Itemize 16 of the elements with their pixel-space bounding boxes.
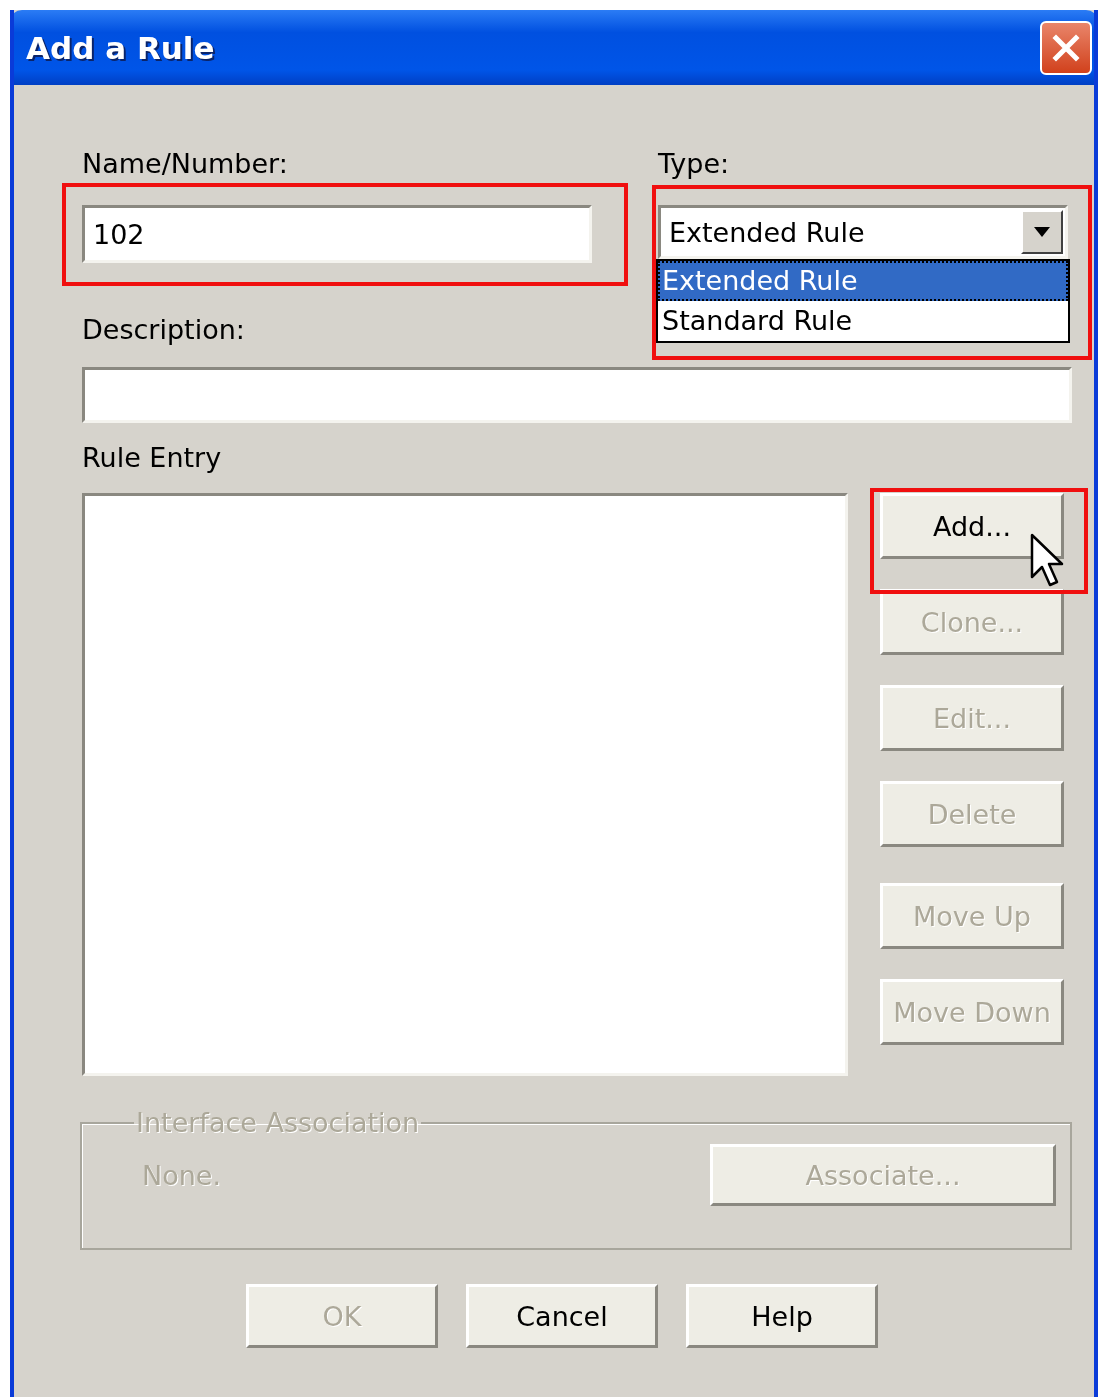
close-button[interactable] bbox=[1040, 20, 1092, 75]
description-field[interactable] bbox=[82, 367, 1072, 423]
dropdown-option[interactable]: Extended Rule bbox=[658, 261, 1068, 301]
field-label: Description: bbox=[82, 313, 245, 347]
action-button[interactable]: Add... bbox=[880, 493, 1064, 559]
field-label: Type: bbox=[658, 147, 730, 181]
dialog-button[interactable]: Help bbox=[686, 1284, 878, 1348]
field-label: Name/Number: bbox=[82, 147, 288, 181]
dialog-button[interactable]: Cancel bbox=[466, 1284, 658, 1348]
section-label: Rule Entry bbox=[82, 441, 222, 475]
window-title: Add a Rule bbox=[26, 29, 215, 66]
pointer-cursor-icon bbox=[1030, 533, 1064, 587]
name-field[interactable]: 102 bbox=[82, 205, 592, 263]
group-title: Interface Association bbox=[135, 1108, 421, 1138]
type-dropdown[interactable]: Extended Rule bbox=[658, 205, 1068, 259]
dropdown-option[interactable]: Standard Rule bbox=[658, 301, 1068, 341]
